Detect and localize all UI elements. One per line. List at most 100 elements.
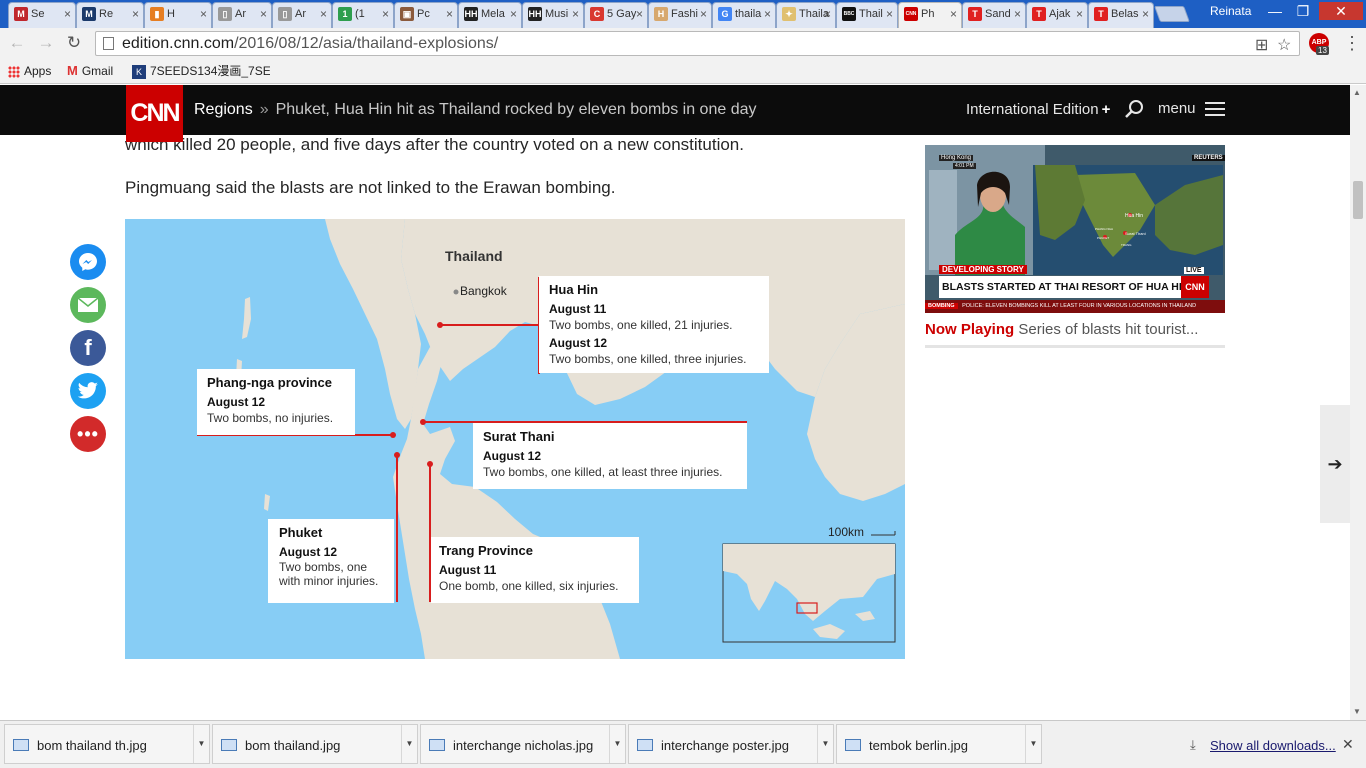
browser-tab[interactable]: T Ajak × — [1026, 2, 1088, 28]
download-item[interactable]: bom thailand th.jpg ▼ — [4, 724, 210, 764]
article-paragraph: Pingmuang said the blasts are not linked… — [125, 178, 616, 197]
browser-tab[interactable]: T Belas × — [1088, 2, 1154, 28]
next-article-arrow-icon[interactable]: ➔ — [1320, 405, 1350, 523]
browser-tab[interactable]: 1 (1 × — [332, 2, 394, 28]
callout-place: Surat Thani — [483, 429, 555, 444]
address-bar[interactable]: edition.cnn.com/2016/08/12/asia/thailand… — [95, 31, 1300, 56]
new-tab-button[interactable] — [1154, 6, 1190, 22]
international-edition-button[interactable]: International Edition + — [966, 101, 1110, 118]
scrollbar-thumb[interactable] — [1353, 181, 1363, 219]
tab-title: H — [167, 8, 175, 21]
scroll-down-icon[interactable]: ▼ — [1353, 707, 1361, 716]
browser-tab[interactable]: T Sand × — [962, 2, 1026, 28]
bookmark-apps[interactable]: Apps — [8, 63, 51, 79]
breadcrumb: Regions » Phuket, Hua Hin hit as Thailand … — [194, 101, 757, 119]
breadcrumb-regions[interactable]: Regions — [194, 101, 253, 118]
browser-tab[interactable]: H Fashi × — [648, 2, 712, 28]
callout-place: Hua Hin — [549, 282, 599, 297]
cnn-logo[interactable]: CNN — [126, 85, 183, 142]
browser-tab[interactable]: CNN Ph × — [898, 2, 962, 28]
downloads-bar: ⤓ Show all downloads... ✕ bom thailand t… — [0, 720, 1366, 768]
tab-close-icon[interactable]: × — [636, 3, 643, 25]
download-options-icon[interactable]: ▼ — [193, 725, 209, 763]
browser-tab[interactable]: M Re × — [76, 2, 144, 28]
browser-tab[interactable]: Gthaila × — [712, 2, 776, 28]
browser-tab[interactable]: M Se × — [8, 2, 76, 28]
menu-label[interactable]: menu — [1158, 100, 1196, 117]
tab-close-icon[interactable]: × — [824, 3, 831, 25]
bookmark-star-icon[interactable]: ☆ — [1277, 34, 1291, 57]
show-all-downloads-link[interactable]: Show all downloads... — [1210, 738, 1336, 753]
downloads-close-icon[interactable]: ✕ — [1342, 736, 1354, 753]
tab-close-icon[interactable]: × — [446, 3, 453, 25]
tab-close-icon[interactable]: × — [572, 3, 579, 25]
tab-close-icon[interactable]: × — [700, 3, 707, 25]
tab-close-icon[interactable]: × — [1014, 3, 1021, 25]
back-icon[interactable]: ← — [7, 33, 27, 53]
profile-name[interactable]: Reinata — [1210, 4, 1251, 18]
more-share-icon[interactable]: ••• — [70, 416, 106, 452]
download-item[interactable]: interchange poster.jpg ▼ — [628, 724, 834, 764]
tab-close-icon[interactable]: × — [950, 3, 957, 25]
facebook-share-icon[interactable]: f — [70, 330, 106, 366]
minimize-icon[interactable]: — — [1262, 2, 1288, 20]
video-map-label-hua-hin: Hua Hin — [1125, 213, 1144, 219]
tab-close-icon[interactable]: × — [200, 3, 207, 25]
browser-tab[interactable]: HH Mela × — [458, 2, 522, 28]
hamburger-icon[interactable] — [1205, 102, 1225, 118]
window-close-icon[interactable]: ✕ — [1319, 2, 1363, 20]
apps-grid-icon — [8, 65, 20, 78]
video-player[interactable]: Hong Kong 4:01 PM REUTERS Hua Hin Surat … — [925, 145, 1225, 313]
tab-title: 5 Gay — [607, 8, 637, 21]
browser-tab[interactable]: ✦ Thaila × — [776, 2, 836, 28]
browser-tab[interactable]: BBC Thail × — [836, 2, 898, 28]
tab-close-icon[interactable]: × — [510, 3, 517, 25]
search-icon[interactable] — [1124, 99, 1144, 119]
browser-tab[interactable]: HH Musi × — [522, 2, 584, 28]
video-map-label-phuket: PHUKET — [1097, 236, 1110, 240]
bookmarks-bar: Apps M Gmail K 7SEEDS134漫画_7SEE — [0, 58, 1366, 84]
tab-close-icon[interactable]: × — [1076, 3, 1083, 25]
bookmark-gmail[interactable]: M Gmail — [67, 63, 113, 79]
reload-icon[interactable]: ↻ — [64, 33, 84, 53]
download-item[interactable]: tembok berlin.jpg ▼ — [836, 724, 1042, 764]
now-playing[interactable]: Now Playing Series of blasts hit tourist… — [925, 321, 1225, 338]
tab-title: Re — [99, 8, 114, 21]
email-share-icon[interactable] — [70, 287, 106, 323]
callout-detail: Two bombs, one with minor injuries. — [279, 560, 379, 588]
download-item[interactable]: bom thailand.jpg ▼ — [212, 724, 418, 764]
tab-close-icon[interactable]: × — [886, 3, 893, 25]
download-filename: bom thailand.jpg — [245, 738, 341, 753]
download-options-icon[interactable]: ▼ — [401, 725, 417, 763]
browser-tab[interactable]: C5 Gay × — [584, 2, 648, 28]
messenger-share-icon[interactable] — [70, 244, 106, 280]
browser-tab[interactable]: ▣ Pc × — [394, 2, 458, 28]
tab-close-icon[interactable]: × — [64, 3, 71, 25]
download-options-icon[interactable]: ▼ — [609, 725, 625, 763]
tab-close-icon[interactable]: × — [260, 3, 267, 25]
restore-icon[interactable]: ❐ — [1290, 2, 1316, 20]
twitter-share-icon[interactable] — [70, 373, 106, 409]
video-location-tag: Hong Kong — [939, 155, 974, 161]
tab-favicon-icon: 1 — [338, 7, 352, 22]
tab-close-icon[interactable]: × — [1142, 3, 1149, 25]
download-options-icon[interactable]: ▼ — [817, 725, 833, 763]
browser-tab[interactable]: ▮ H × — [144, 2, 212, 28]
browser-tab[interactable]: ▯ Ar × — [212, 2, 272, 28]
tab-close-icon[interactable]: × — [320, 3, 327, 25]
tab-favicon-icon: M — [14, 7, 28, 22]
tab-close-icon[interactable]: × — [132, 3, 139, 25]
bookmark-manga[interactable]: K 7SEEDS134漫画_7SEE — [132, 63, 270, 79]
callout-trang: Trang Province August 11 One bomb, one k… — [431, 537, 639, 603]
download-options-icon[interactable]: ▼ — [1025, 725, 1041, 763]
browser-menu-icon[interactable]: ⋮ — [1343, 33, 1361, 53]
tab-close-icon[interactable]: × — [764, 3, 771, 25]
download-item[interactable]: interchange nicholas.jpg ▼ — [420, 724, 626, 764]
tab-close-icon[interactable]: × — [382, 3, 389, 25]
scroll-up-icon[interactable]: ▲ — [1353, 88, 1361, 97]
page-scrollbar[interactable]: ▲ ▼ — [1350, 85, 1366, 720]
forward-icon[interactable]: → — [36, 33, 56, 53]
browser-tab[interactable]: ▯ Ar × — [272, 2, 332, 28]
translate-icon[interactable]: ⊞ — [1255, 34, 1268, 57]
image-file-icon — [221, 739, 237, 751]
